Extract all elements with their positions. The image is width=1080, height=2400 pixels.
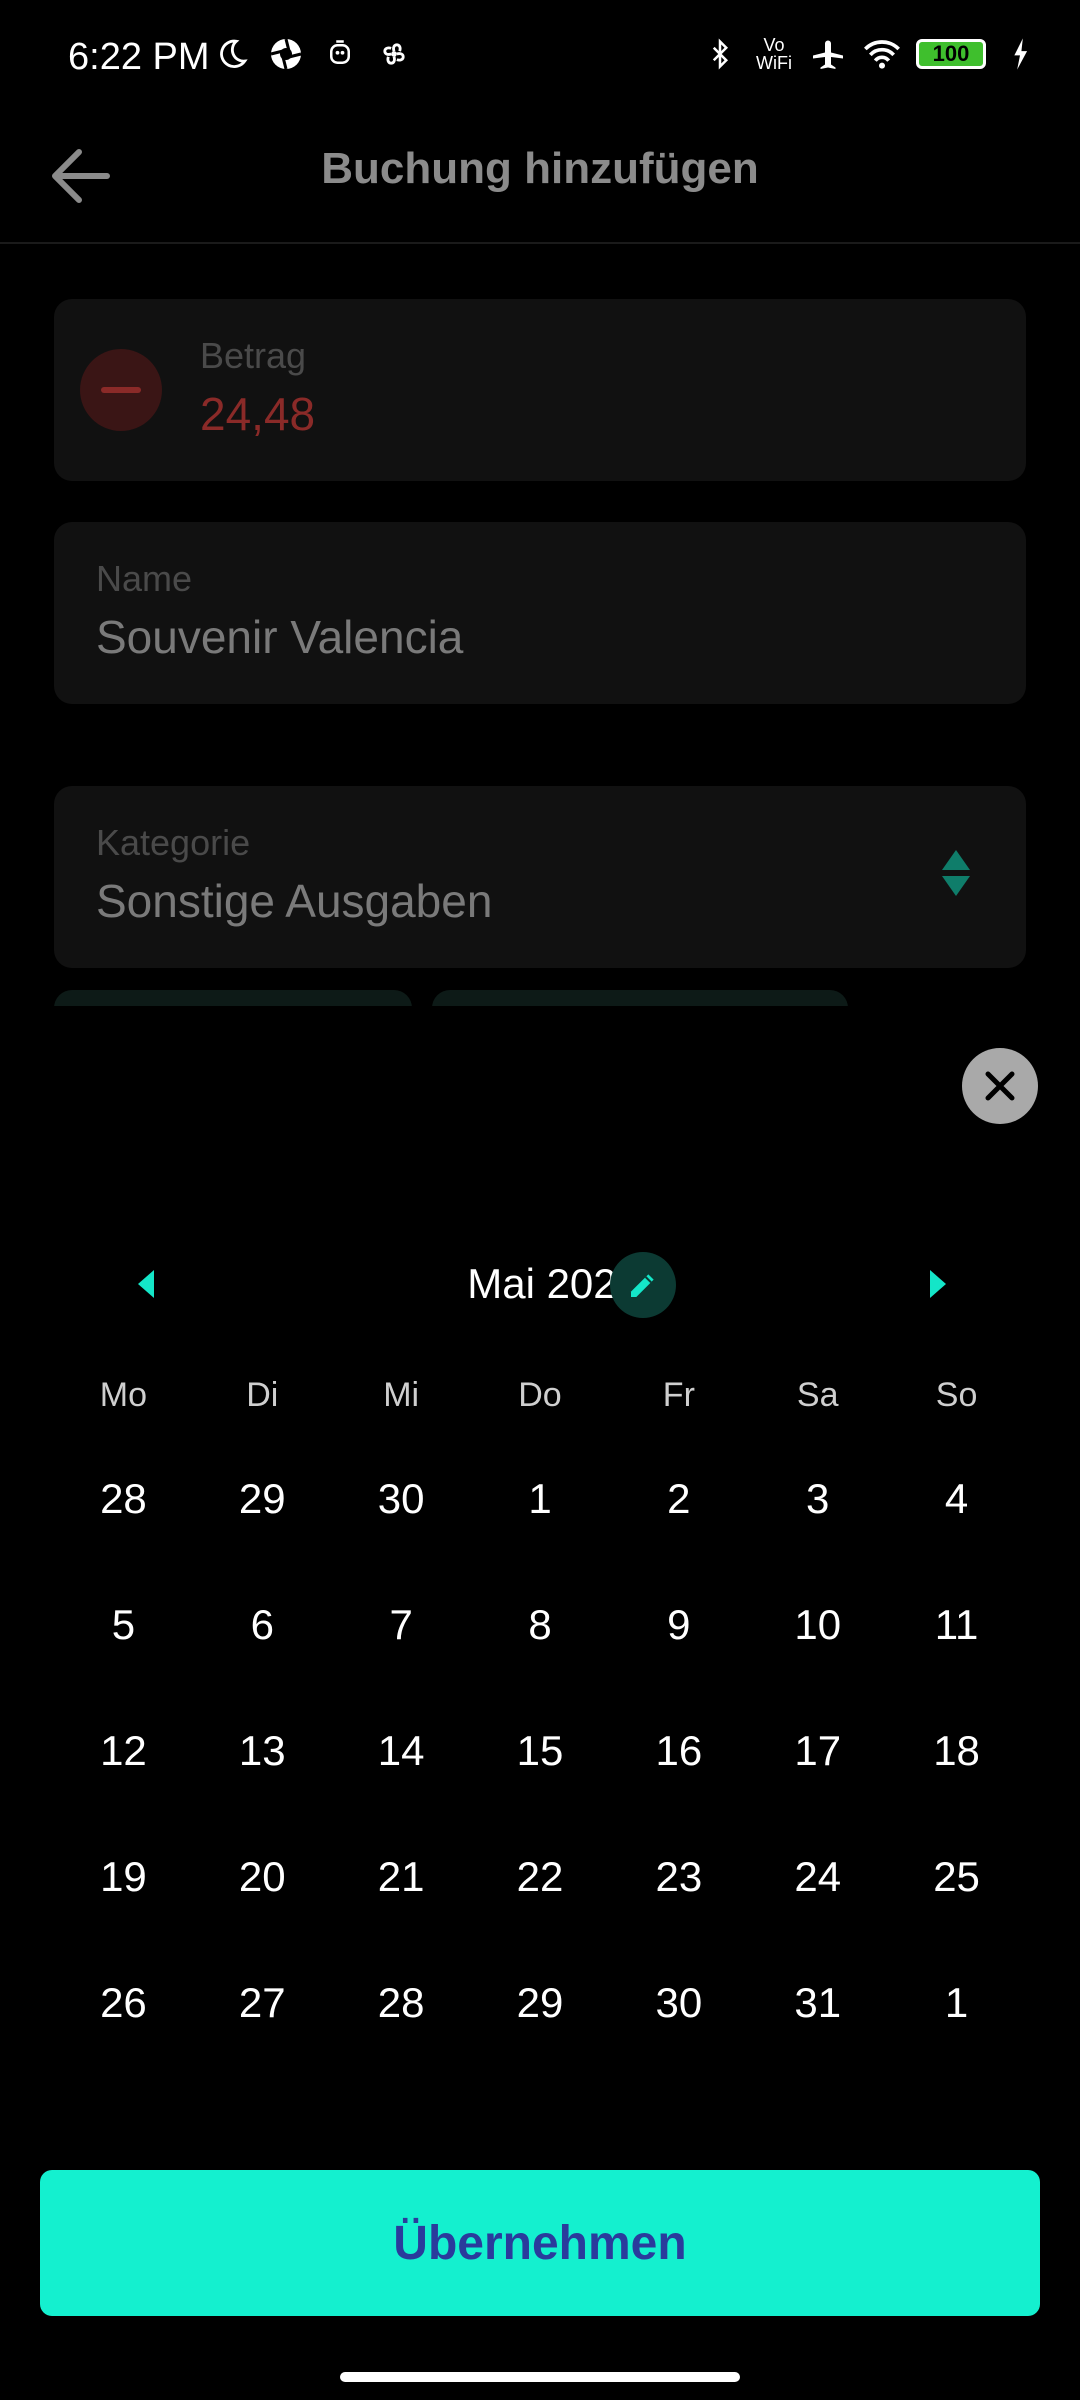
calendar-day[interactable]: 16 bbox=[609, 1688, 748, 1814]
weekday-label: Do bbox=[518, 1376, 562, 1414]
calendar-day[interactable]: 27 bbox=[193, 1940, 332, 2066]
calendar-day[interactable]: 29 bbox=[193, 1436, 332, 1562]
calendar-day[interactable]: 25 bbox=[887, 1814, 1026, 1940]
month-label: Mai 2025 bbox=[467, 1260, 640, 1307]
notification-icon bbox=[320, 34, 360, 74]
calendar-day[interactable]: 30 bbox=[332, 1436, 471, 1562]
bluetooth-icon bbox=[700, 34, 740, 74]
calendar-day[interactable]: 6 bbox=[193, 1562, 332, 1688]
status-bar: 6:22 PM Vo WiFi 100 bbox=[0, 0, 1080, 120]
category-select[interactable]: Kategorie Sonstige Ausgaben bbox=[54, 786, 1026, 968]
calendar-day[interactable]: 10 bbox=[748, 1562, 887, 1688]
category-value: Sonstige Ausgaben bbox=[96, 875, 493, 927]
calendar-day[interactable]: 31 bbox=[748, 1940, 887, 2066]
calendar-day[interactable]: 7 bbox=[332, 1562, 471, 1688]
calendar-day[interactable]: 30 bbox=[609, 1940, 748, 2066]
month-navigation: Mai 2025 bbox=[0, 1240, 1080, 1328]
minus-icon[interactable] bbox=[80, 349, 162, 431]
calendar-day[interactable]: 12 bbox=[54, 1688, 193, 1814]
charging-icon bbox=[1000, 34, 1040, 74]
calendar-day[interactable]: 29 bbox=[471, 1940, 610, 2066]
pencil-icon bbox=[631, 1274, 654, 1297]
weekday-header: Mo Di Mi Do Fr Sa So bbox=[54, 1370, 1026, 1420]
status-icons-left bbox=[212, 34, 414, 74]
calendar-day[interactable]: 17 bbox=[748, 1688, 887, 1814]
status-icons-right: Vo WiFi 100 bbox=[700, 34, 1040, 74]
calendar-day[interactable]: 13 bbox=[193, 1688, 332, 1814]
next-month-button[interactable] bbox=[918, 1260, 958, 1308]
calendar-day[interactable]: 3 bbox=[748, 1436, 887, 1562]
category-label: Kategorie bbox=[96, 822, 251, 863]
calendar-day[interactable]: 1 bbox=[471, 1436, 610, 1562]
weekday-label: So bbox=[935, 1376, 978, 1414]
calendar-day[interactable]: 21 bbox=[332, 1814, 471, 1940]
weekday-label: Mo bbox=[99, 1376, 148, 1414]
top-app-bar: Buchung hinzufügen bbox=[0, 120, 1080, 244]
amount-label: Betrag bbox=[200, 335, 307, 376]
close-button[interactable] bbox=[962, 1048, 1038, 1124]
triangle-left-icon bbox=[138, 1270, 154, 1298]
camera-shutter-icon bbox=[266, 34, 306, 74]
name-value: Souvenir Valencia bbox=[96, 611, 464, 663]
calendar-day[interactable]: 2 bbox=[609, 1436, 748, 1562]
moon-icon bbox=[212, 34, 252, 74]
close-icon bbox=[985, 1071, 1015, 1101]
calendar-day[interactable]: 19 bbox=[54, 1814, 193, 1940]
wifi-icon bbox=[862, 34, 902, 74]
amount-value: 24,48 bbox=[200, 388, 316, 440]
calendar-day[interactable]: 26 bbox=[54, 1940, 193, 2066]
edit-month-button[interactable] bbox=[610, 1252, 676, 1318]
calendar-day[interactable]: 4 bbox=[887, 1436, 1026, 1562]
weekday-label: Sa bbox=[796, 1376, 839, 1414]
calendar-day[interactable]: 28 bbox=[332, 1940, 471, 2066]
calendar-day[interactable]: 11 bbox=[887, 1562, 1026, 1688]
calendar-day[interactable]: 8 bbox=[471, 1562, 610, 1688]
weekday-label: Mi bbox=[383, 1376, 420, 1414]
calendar-grid: 28 29 30 1 2 3 4 5 6 7 8 9 10 11 12 13 1… bbox=[54, 1436, 1026, 2066]
calendar-day[interactable]: 22 bbox=[471, 1814, 610, 1940]
triangle-right-icon bbox=[930, 1270, 946, 1298]
calendar-day[interactable]: 20 bbox=[193, 1814, 332, 1940]
calendar-day[interactable]: 23 bbox=[609, 1814, 748, 1940]
weekday-label: Di bbox=[246, 1376, 279, 1414]
apply-button[interactable]: Übernehmen bbox=[40, 2170, 1040, 2316]
battery-icon: 100 bbox=[916, 39, 986, 69]
name-label: Name bbox=[96, 558, 193, 599]
prev-month-button[interactable] bbox=[126, 1260, 166, 1308]
fan-icon bbox=[374, 34, 414, 74]
calendar-day[interactable]: 1 bbox=[887, 1940, 1026, 2066]
status-time: 6:22 PM bbox=[68, 36, 210, 78]
calendar-day[interactable]: 9 bbox=[609, 1562, 748, 1688]
calendar-day[interactable]: 15 bbox=[471, 1688, 610, 1814]
sort-arrows-icon bbox=[942, 850, 970, 896]
home-indicator[interactable] bbox=[340, 2372, 740, 2382]
calendar-day[interactable]: 24 bbox=[748, 1814, 887, 1940]
calendar-day[interactable]: 18 bbox=[887, 1688, 1026, 1814]
airplane-icon bbox=[808, 34, 848, 74]
calendar-day[interactable]: 14 bbox=[332, 1688, 471, 1814]
vowifi-icon: Vo WiFi bbox=[756, 35, 792, 73]
amount-field[interactable]: Betrag 24,48 bbox=[54, 299, 1026, 481]
calendar-day[interactable]: 5 bbox=[54, 1562, 193, 1688]
page-title: Buchung hinzufügen bbox=[321, 144, 759, 193]
name-field[interactable]: Name Souvenir Valencia bbox=[54, 522, 1026, 704]
weekday-label: Fr bbox=[662, 1376, 695, 1414]
calendar-day[interactable]: 28 bbox=[54, 1436, 193, 1562]
